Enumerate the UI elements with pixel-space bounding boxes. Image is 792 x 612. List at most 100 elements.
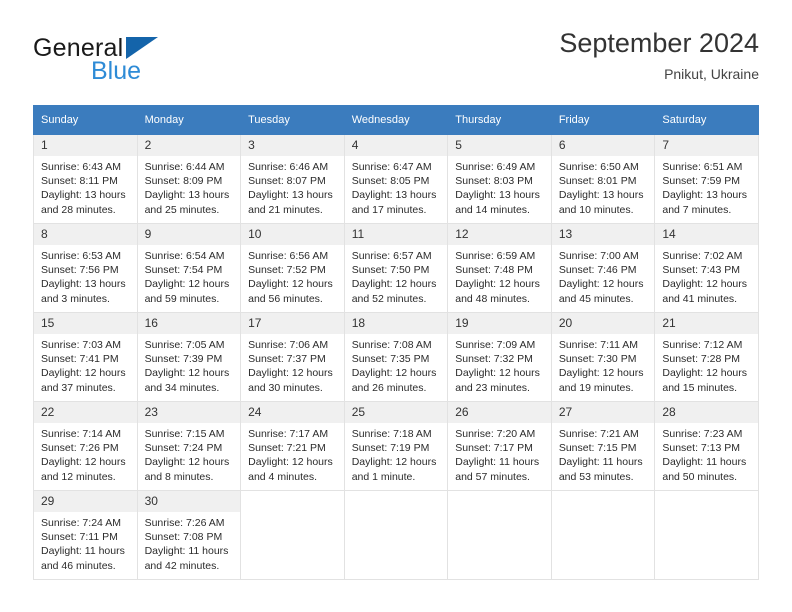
sunrise-text: Sunrise: 7:06 AM: [248, 339, 329, 351]
sunset-text: Sunset: 7:26 PM: [41, 442, 119, 455]
day-number: 8: [34, 224, 137, 245]
day-details: Sunrise: 7:23 AM Sunset: 7:13 PM Daylight:…: [655, 423, 758, 484]
day-number: 20: [551, 313, 655, 334]
daylight-text-line1: Daylight: 12 hours: [558, 367, 644, 380]
calendar-day-cell[interactable]: 2 Sunrise: 6:44 AM Sunset: 8:09 PM Daylight…: [136, 134, 242, 224]
calendar-day-cell[interactable]: 10 Sunrise: 6:56 AM Sunset: 7:52 PM Dayligh…: [240, 223, 345, 313]
day-number: 10: [241, 224, 344, 245]
day-number: 7: [655, 135, 758, 156]
calendar-day-cell[interactable]: 8 Sunrise: 6:53 AM Sunset: 7:56 PM Daylight…: [33, 223, 138, 313]
daylight-text-line1: Daylight: 13 hours: [248, 189, 333, 202]
calendar-day-cell[interactable]: 19 Sunrise: 7:09 AM Sunset: 7:32 PM Dayligh…: [447, 312, 552, 402]
calendar-week-row: 29 Sunrise: 7:24 AM Sunset: 7:11 PM Dayligh…: [33, 490, 759, 580]
location-subtitle: Pnikut, Ukraine: [664, 66, 759, 82]
sunset-text: Sunset: 8:09 PM: [144, 175, 223, 188]
calendar-day-cell[interactable]: 27 Sunrise: 7:21 AM Sunset: 7:15 PM Dayligh…: [550, 401, 656, 491]
daylight-text-line1: Daylight: 13 hours: [41, 278, 126, 291]
sunset-text: Sunset: 8:05 PM: [351, 175, 430, 188]
sunrise-text: Sunrise: 6:44 AM: [144, 161, 225, 173]
calendar-day-cell[interactable]: 13 Sunrise: 7:00 AM Sunset: 7:46 PM Dayligh…: [550, 223, 656, 313]
calendar-day-cell[interactable]: 18 Sunrise: 7:08 AM Sunset: 7:35 PM Dayligh…: [343, 312, 449, 402]
daylight-text-line1: Daylight: 12 hours: [558, 278, 644, 291]
daylight-text-line2: and 48 minutes.: [455, 292, 530, 305]
day-details: Sunrise: 7:03 AM Sunset: 7:41 PM Daylight:…: [34, 334, 137, 395]
daylight-text-line1: Daylight: 12 hours: [351, 367, 437, 380]
sunset-text: Sunset: 7:39 PM: [144, 353, 223, 366]
calendar-day-cell[interactable]: 14 Sunrise: 7:02 AM Sunset: 7:43 PM Dayligh…: [654, 223, 759, 313]
sunrise-text: Sunrise: 6:53 AM: [41, 250, 121, 262]
weekday-header-saturday: Saturday: [654, 105, 759, 135]
calendar-body: 1 Sunrise: 6:43 AM Sunset: 8:11 PM Daylight…: [33, 134, 759, 580]
day-number: [655, 491, 758, 498]
calendar-day-cell[interactable]: 17 Sunrise: 7:06 AM Sunset: 7:37 PM Dayligh…: [240, 312, 345, 402]
sunset-text: Sunset: 7:46 PM: [558, 264, 637, 277]
calendar-day-cell[interactable]: 9 Sunrise: 6:54 AM Sunset: 7:54 PM Daylight…: [136, 223, 242, 313]
day-number: 2: [137, 135, 241, 156]
sunrise-text: Sunrise: 6:46 AM: [248, 161, 329, 173]
calendar-day-cell[interactable]: 21 Sunrise: 7:12 AM Sunset: 7:28 PM Dayligh…: [654, 312, 759, 402]
day-details: Sunrise: 7:15 AM Sunset: 7:24 PM Daylight:…: [138, 423, 241, 484]
daylight-text-line2: and 34 minutes.: [144, 381, 220, 394]
calendar-day-cell[interactable]: 24 Sunrise: 7:17 AM Sunset: 7:21 PM Dayligh…: [240, 401, 345, 491]
daylight-text-line2: and 30 minutes.: [248, 381, 323, 394]
daylight-text-line2: and 57 minutes.: [455, 470, 530, 483]
daylight-text-line2: and 17 minutes.: [351, 203, 427, 216]
weekday-header-sunday: Sunday: [33, 105, 138, 135]
day-details: Sunrise: 7:08 AM Sunset: 7:35 PM Daylight:…: [345, 334, 448, 395]
daylight-text-line1: Daylight: 11 hours: [662, 456, 747, 469]
daylight-text-line2: and 4 minutes.: [248, 470, 318, 483]
day-details: Sunrise: 7:00 AM Sunset: 7:46 PM Daylight:…: [552, 245, 655, 306]
day-number: 29: [34, 491, 137, 512]
daylight-text-line1: Daylight: 12 hours: [144, 456, 230, 469]
day-number: 19: [448, 313, 551, 334]
general-blue-logo[interactable]: General Blue: [33, 34, 233, 92]
daylight-text-line1: Daylight: 13 hours: [662, 189, 748, 202]
calendar-day-cell[interactable]: 30 Sunrise: 7:26 AM Sunset: 7:08 PM Dayligh…: [136, 490, 242, 580]
sunset-text: Sunset: 7:50 PM: [351, 264, 430, 277]
sunset-text: Sunset: 8:07 PM: [248, 175, 326, 188]
daylight-text-line2: and 42 minutes.: [144, 559, 220, 572]
calendar-day-cell[interactable]: 12 Sunrise: 6:59 AM Sunset: 7:48 PM Dayligh…: [447, 223, 552, 313]
sunset-text: Sunset: 8:01 PM: [558, 175, 637, 188]
calendar-day-cell[interactable]: 3 Sunrise: 6:46 AM Sunset: 8:07 PM Daylight…: [240, 134, 345, 224]
calendar-day-cell[interactable]: 15 Sunrise: 7:03 AM Sunset: 7:41 PM Dayligh…: [33, 312, 138, 402]
day-details: Sunrise: 6:43 AM Sunset: 8:11 PM Daylight:…: [34, 156, 137, 217]
sunrise-text: Sunrise: 7:03 AM: [41, 339, 121, 351]
calendar-day-cell[interactable]: 26 Sunrise: 7:20 AM Sunset: 7:17 PM Dayligh…: [447, 401, 552, 491]
calendar-day-cell[interactable]: 11 Sunrise: 6:57 AM Sunset: 7:50 PM Dayligh…: [343, 223, 449, 313]
daylight-text-line1: Daylight: 11 hours: [144, 545, 229, 558]
calendar-day-cell[interactable]: 16 Sunrise: 7:05 AM Sunset: 7:39 PM Dayligh…: [136, 312, 242, 402]
sunset-text: Sunset: 7:48 PM: [455, 264, 533, 277]
day-details: Sunrise: 7:05 AM Sunset: 7:39 PM Daylight:…: [138, 334, 241, 395]
daylight-text-line1: Daylight: 11 hours: [41, 545, 125, 558]
calendar-day-cell[interactable]: 1 Sunrise: 6:43 AM Sunset: 8:11 PM Daylight…: [33, 134, 138, 224]
daylight-text-line2: and 37 minutes.: [41, 381, 116, 394]
calendar-day-cell[interactable]: 4 Sunrise: 6:47 AM Sunset: 8:05 PM Daylight…: [343, 134, 449, 224]
daylight-text-line1: Daylight: 13 hours: [351, 189, 437, 202]
calendar-day-cell[interactable]: 25 Sunrise: 7:18 AM Sunset: 7:19 PM Dayligh…: [343, 401, 449, 491]
sunrise-text: Sunrise: 7:21 AM: [558, 428, 639, 440]
calendar-day-cell[interactable]: 5 Sunrise: 6:49 AM Sunset: 8:03 PM Daylight…: [447, 134, 552, 224]
calendar-day-cell[interactable]: 20 Sunrise: 7:11 AM Sunset: 7:30 PM Dayligh…: [550, 312, 656, 402]
calendar-day-cell[interactable]: 6 Sunrise: 6:50 AM Sunset: 8:01 PM Daylight…: [550, 134, 656, 224]
sunset-text: Sunset: 7:59 PM: [662, 175, 741, 188]
daylight-text-line2: and 53 minutes.: [558, 470, 634, 483]
daylight-text-line1: Daylight: 12 hours: [248, 278, 333, 291]
day-details: Sunrise: 6:57 AM Sunset: 7:50 PM Daylight:…: [345, 245, 448, 306]
calendar-day-cell[interactable]: 22 Sunrise: 7:14 AM Sunset: 7:26 PM Dayligh…: [33, 401, 138, 491]
day-details: Sunrise: 7:09 AM Sunset: 7:32 PM Daylight:…: [448, 334, 551, 395]
calendar-week-row: 22 Sunrise: 7:14 AM Sunset: 7:26 PM Dayligh…: [33, 401, 759, 491]
weekday-header-thursday: Thursday: [447, 105, 552, 135]
weekday-header-wednesday: Wednesday: [343, 105, 449, 135]
sunrise-text: Sunrise: 6:56 AM: [248, 250, 329, 262]
calendar-day-cell[interactable]: 28 Sunrise: 7:23 AM Sunset: 7:13 PM Dayligh…: [654, 401, 759, 491]
calendar-day-cell[interactable]: 7 Sunrise: 6:51 AM Sunset: 7:59 PM Daylight…: [654, 134, 759, 224]
sunset-text: Sunset: 7:17 PM: [455, 442, 533, 455]
daylight-text-line1: Daylight: 13 hours: [455, 189, 540, 202]
day-details: Sunrise: 7:21 AM Sunset: 7:15 PM Daylight:…: [552, 423, 655, 484]
calendar-day-cell[interactable]: 29 Sunrise: 7:24 AM Sunset: 7:11 PM Dayligh…: [33, 490, 138, 580]
daylight-text-line1: Daylight: 12 hours: [41, 456, 126, 469]
calendar-empty-cell: [343, 490, 449, 580]
day-details: Sunrise: 7:18 AM Sunset: 7:19 PM Daylight:…: [345, 423, 448, 484]
calendar-day-cell[interactable]: 23 Sunrise: 7:15 AM Sunset: 7:24 PM Dayligh…: [136, 401, 242, 491]
